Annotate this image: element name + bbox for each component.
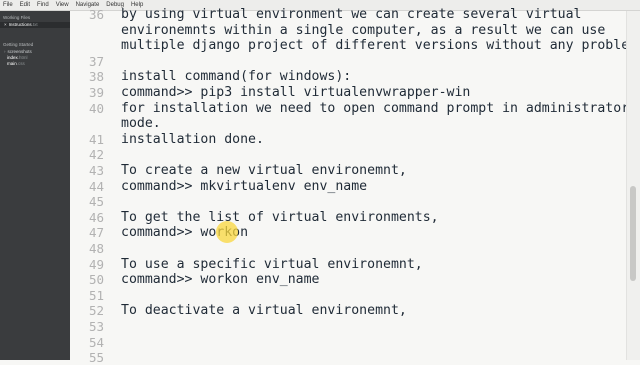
working-files-heading: Working Files	[3, 15, 31, 20]
code-line[interactable]: installation done.	[121, 132, 264, 147]
scrollbar-thumb[interactable]	[630, 186, 636, 281]
code-line[interactable]: To create a new virtual environemnt,	[121, 163, 407, 178]
code-line[interactable]: command>> pip3 install virtualenvwrapper…	[121, 85, 470, 100]
line-number: 48	[88, 241, 104, 256]
line-number: 36	[88, 7, 104, 22]
code-line[interactable]: for installation we need to open command…	[121, 101, 629, 116]
working-file-name: Instructions	[8, 22, 32, 27]
sidebar: Working Files × Instructions.txt Getting …	[0, 11, 70, 360]
menu-file[interactable]: File	[3, 0, 13, 11]
code-line[interactable]: command>> mkvirtualenv env_name	[121, 179, 367, 194]
code-line[interactable]: by using virtual environment we can crea…	[121, 7, 582, 22]
line-number: 37	[88, 54, 104, 69]
line-number: 51	[88, 288, 104, 303]
line-number: 52	[88, 303, 104, 318]
line-number: 42	[88, 147, 104, 162]
code-line[interactable]: To get the list of virtual environments,	[121, 210, 439, 225]
line-number: 44	[88, 179, 104, 194]
line-number: 49	[88, 257, 104, 272]
line-number: 47	[88, 225, 104, 240]
code-line[interactable]: command>> workon env_name	[121, 272, 320, 287]
line-number: 46	[88, 210, 104, 225]
code-line[interactable]: install command(for windows):	[121, 69, 351, 84]
code-line[interactable]: environemnts within a single computer, a…	[121, 23, 605, 38]
code-line[interactable]: multiple django project of different ver…	[121, 38, 640, 53]
line-number: 45	[88, 194, 104, 209]
tree-item-label: main	[7, 61, 17, 66]
tree-item-label: screenshots	[7, 49, 32, 54]
line-number: 41	[88, 132, 104, 147]
menu-edit[interactable]: Edit	[20, 0, 30, 11]
code-line[interactable]: To deactivate a virtual environemnt,	[121, 303, 407, 318]
line-number: 40	[88, 101, 104, 116]
code-line[interactable]: mode.	[121, 116, 161, 131]
close-icon[interactable]: ×	[4, 22, 7, 27]
project-heading[interactable]: Getting Started	[0, 38, 70, 49]
line-number: 53	[88, 319, 104, 334]
line-number: 38	[88, 69, 104, 84]
vertical-scrollbar[interactable]	[626, 11, 640, 360]
tree-item-ext: .html	[17, 55, 28, 60]
line-number: 55	[88, 350, 104, 365]
tree-item-file[interactable]: main.css	[0, 61, 70, 67]
code-line[interactable]: To use a specific virtual environemnt,	[121, 257, 423, 272]
working-file-ext: .txt	[31, 22, 38, 27]
line-number: 43	[88, 163, 104, 178]
line-number: 50	[88, 272, 104, 287]
mouse-cursor-highlight	[216, 221, 238, 243]
chevron-right-icon[interactable]: ›	[4, 49, 6, 54]
line-number: 54	[88, 335, 104, 350]
tree-item-ext: .css	[16, 61, 25, 66]
tree-item-label: index	[7, 55, 18, 60]
menu-find[interactable]: Find	[37, 0, 49, 11]
line-number: 39	[88, 85, 104, 100]
menu-view[interactable]: View	[56, 0, 69, 11]
